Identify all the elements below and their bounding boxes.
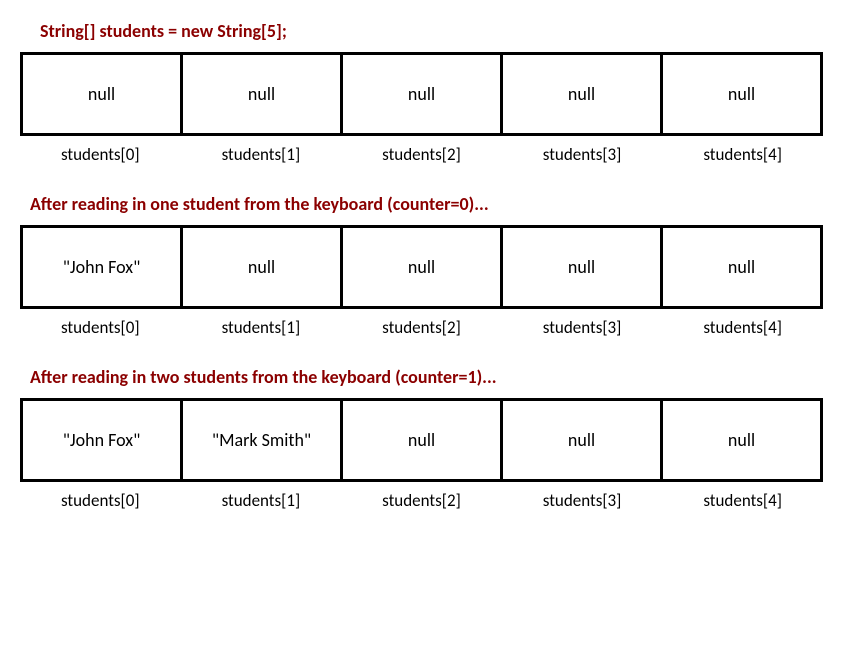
array-cell: null — [503, 55, 663, 133]
index-label: students[1] — [181, 138, 342, 165]
array-cell: null — [663, 401, 820, 479]
index-label: students[2] — [341, 311, 502, 338]
array-row-2: "John Fox" "Mark Smith" null null null — [20, 398, 823, 482]
index-label: students[0] — [20, 484, 181, 511]
index-label: students[3] — [502, 311, 663, 338]
array-cell: null — [343, 401, 503, 479]
array-cell: null — [183, 228, 343, 306]
array-row-1: "John Fox" null null null null — [20, 225, 823, 309]
labels-row-0: students[0] students[1] students[2] stud… — [20, 138, 823, 165]
array-cell: null — [343, 228, 503, 306]
array-cell: null — [663, 55, 820, 133]
heading-declaration: String[] students = new String[5]; — [40, 20, 823, 42]
array-row-0: null null null null null — [20, 52, 823, 136]
array-section-initial: String[] students = new String[5]; null … — [20, 20, 823, 165]
index-label: students[4] — [662, 484, 823, 511]
index-label: students[0] — [20, 138, 181, 165]
index-label: students[2] — [341, 484, 502, 511]
heading-after-one: After reading in one student from the ke… — [30, 193, 823, 215]
array-cell: "Mark Smith" — [183, 401, 343, 479]
labels-row-1: students[0] students[1] students[2] stud… — [20, 311, 823, 338]
array-cell: null — [503, 401, 663, 479]
array-cell: null — [23, 55, 183, 133]
array-cell: null — [663, 228, 820, 306]
index-label: students[3] — [502, 138, 663, 165]
labels-row-2: students[0] students[1] students[2] stud… — [20, 484, 823, 511]
index-label: students[4] — [662, 138, 823, 165]
heading-after-two: After reading in two students from the k… — [30, 366, 823, 388]
index-label: students[0] — [20, 311, 181, 338]
index-label: students[3] — [502, 484, 663, 511]
index-label: students[1] — [181, 484, 342, 511]
array-section-one-student: After reading in one student from the ke… — [20, 193, 823, 338]
array-cell: "John Fox" — [23, 228, 183, 306]
index-label: students[2] — [341, 138, 502, 165]
array-section-two-students: After reading in two students from the k… — [20, 366, 823, 511]
array-cell: "John Fox" — [23, 401, 183, 479]
array-cell: null — [503, 228, 663, 306]
index-label: students[4] — [662, 311, 823, 338]
array-cell: null — [343, 55, 503, 133]
index-label: students[1] — [181, 311, 342, 338]
array-cell: null — [183, 55, 343, 133]
